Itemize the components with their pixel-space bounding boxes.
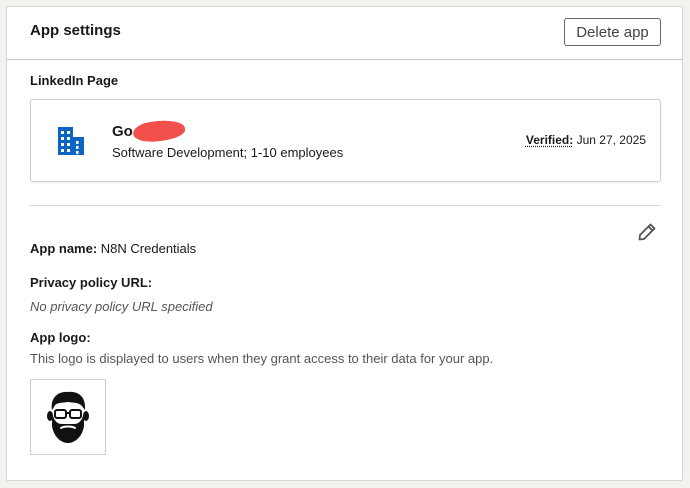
verified-date: Jun 27, 2025 xyxy=(576,133,646,147)
company-name[interactable]: Go xyxy=(112,123,133,140)
linkedin-page-card: Go Software Development; 1-10 employees … xyxy=(30,99,661,182)
verified-label[interactable]: Verified: xyxy=(526,133,573,147)
redaction-mark xyxy=(132,118,186,144)
app-name-value: N8N Credentials xyxy=(100,241,197,256)
app-settings-card: App settings Delete app LinkedIn Page Go… xyxy=(6,6,683,481)
delete-app-button[interactable]: Delete app xyxy=(564,18,661,46)
company-meta: Software Development; 1-10 employees xyxy=(112,145,344,160)
building-icon xyxy=(58,127,84,155)
privacy-url-value: No privacy policy URL specified xyxy=(30,299,213,314)
linkedin-page-label: LinkedIn Page xyxy=(30,73,119,88)
card-header: App settings Delete app xyxy=(7,7,682,60)
app-logo-label: App logo: xyxy=(30,330,91,345)
pencil-icon[interactable] xyxy=(637,222,657,242)
privacy-url-label: Privacy policy URL: xyxy=(30,275,153,290)
bearded-man-avatar xyxy=(47,391,89,443)
app-name-label: App name: xyxy=(30,241,98,256)
verified-status: Verified: Jun 27, 2025 xyxy=(526,133,646,147)
section-divider xyxy=(30,205,661,206)
page-title: App settings xyxy=(30,22,121,39)
app-logo-description: This logo is displayed to users when the… xyxy=(30,351,494,366)
app-name-row: App name: N8N Credentials xyxy=(30,241,196,256)
app-logo-preview xyxy=(30,379,106,455)
